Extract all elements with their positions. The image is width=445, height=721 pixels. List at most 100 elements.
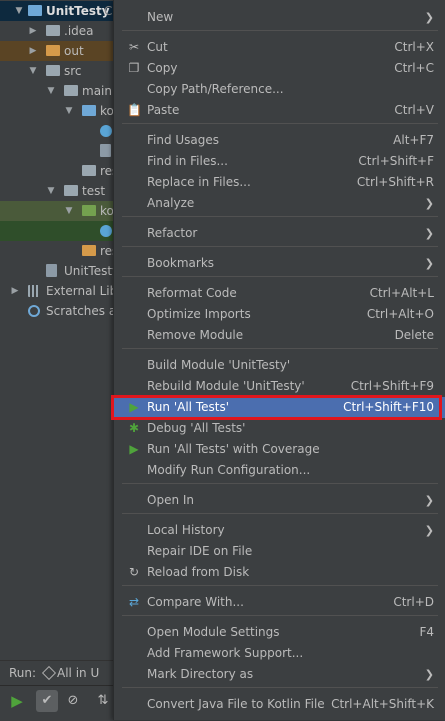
menu-item-shortcut: Ctrl+V <box>394 103 434 117</box>
test-resources-folder-icon <box>82 245 96 256</box>
tree-item-label: test <box>82 184 106 198</box>
menu-item-replace-in-files[interactable]: Replace in Files... Ctrl+Shift+R <box>114 172 445 193</box>
menu-item-analyze[interactable]: Analyze ❯ <box>114 193 445 214</box>
menu-separator <box>122 513 438 514</box>
menu-item-label: Analyze <box>147 196 195 210</box>
menu-item-compare-with[interactable]: ⇄ Compare With... Ctrl+D <box>114 592 445 613</box>
tree-root-label: UnitTesty <box>46 4 110 18</box>
menu-item-optimize-imports[interactable]: Optimize Imports Ctrl+Alt+O <box>114 304 445 325</box>
menu-item-shortcut: Ctrl+Shift+F <box>358 154 434 168</box>
menu-item-mark-directory-as[interactable]: Mark Directory as ❯ <box>114 664 445 685</box>
chevron-right-icon: ❯ <box>424 494 434 507</box>
menu-item-label: Optimize Imports <box>147 307 251 321</box>
menu-item-shortcut: Ctrl+X <box>394 40 434 54</box>
menu-item-find-usages[interactable]: Find Usages Alt+F7 <box>114 130 445 151</box>
menu-item-shortcut: F4 <box>419 625 434 639</box>
menu-item-label: Reload from Disk <box>147 565 250 579</box>
menu-item-reload-from-disk[interactable]: ↻ Reload from Disk <box>114 562 445 583</box>
show-ignored-icon[interactable]: ⊘ <box>62 690 84 712</box>
menu-item-shortcut: Ctrl+Alt+O <box>366 307 434 321</box>
menu-item-repair-ide-on-file[interactable]: Repair IDE on File <box>114 541 445 562</box>
menu-item-rebuild-module-unittesty[interactable]: Rebuild Module 'UnitTesty' Ctrl+Shift+F9 <box>114 376 445 397</box>
tree-item-label: main <box>82 84 112 98</box>
module-folder-icon <box>28 5 42 16</box>
menu-item-label: Debug 'All Tests' <box>147 421 246 435</box>
menu-item-paste[interactable]: 📋 Paste Ctrl+V <box>114 100 445 121</box>
menu-item-label: Find Usages <box>147 133 220 147</box>
menu-item-copy-path-reference[interactable]: Copy Path/Reference... <box>114 79 445 100</box>
menu-item-remove-module[interactable]: Remove Module Delete <box>114 325 445 346</box>
tree-item-label: out <box>64 44 84 58</box>
chevron-down-icon[interactable]: ▼ <box>46 81 56 101</box>
coverage-icon: ▶ <box>129 442 139 456</box>
menu-item-label: Run 'All Tests' with Coverage <box>147 442 320 456</box>
menu-item-build-module-unittesty[interactable]: Build Module 'UnitTesty' <box>114 355 445 376</box>
menu-item-bookmarks[interactable]: Bookmarks ❯ <box>114 253 445 274</box>
menu-item-new[interactable]: New ❯ <box>114 7 445 28</box>
menu-separator <box>122 30 438 31</box>
menu-item-local-history[interactable]: Local History ❯ <box>114 520 445 541</box>
show-passed-icon[interactable]: ✔ <box>36 690 58 712</box>
menu-item-label: Copy <box>147 61 178 75</box>
menu-item-label: Modify Run Configuration... <box>147 463 311 477</box>
chevron-right-icon: ❯ <box>424 197 434 210</box>
menu-item-cut[interactable]: ✂ Cut Ctrl+X <box>114 37 445 58</box>
excluded-folder-icon <box>46 45 60 56</box>
sort-icon[interactable]: ⇅ <box>92 690 114 712</box>
chevron-right-icon[interactable]: ▶ <box>10 281 20 301</box>
tree-item-label: .idea <box>64 24 94 38</box>
chevron-down-icon[interactable]: ▼ <box>64 201 74 221</box>
menu-item-modify-run-configuration[interactable]: Modify Run Configuration... <box>114 460 445 481</box>
scissors-icon: ✂ <box>128 40 140 54</box>
menu-item-label: New <box>147 10 174 24</box>
chevron-down-icon[interactable]: ▼ <box>46 181 56 201</box>
menu-item-copy[interactable]: ❐ Copy Ctrl+C <box>114 58 445 79</box>
menu-item-convert-java-file-to-kotlin-file[interactable]: Convert Java File to Kotlin File Ctrl+Alt… <box>114 694 445 715</box>
menu-item-label: Convert Java File to Kotlin File <box>147 697 325 711</box>
chevron-right-icon: ❯ <box>424 227 434 240</box>
menu-item-open-in[interactable]: Open In ❯ <box>114 490 445 511</box>
menu-item-label: Paste <box>147 103 180 117</box>
rerun-icon[interactable]: ▶ <box>6 690 28 712</box>
test-config-icon <box>41 665 57 681</box>
menu-item-label: Copy Path/Reference... <box>147 82 284 96</box>
folder-icon <box>64 185 78 196</box>
menu-item-find-in-files[interactable]: Find in Files... Ctrl+Shift+F <box>114 151 445 172</box>
menu-item-label: Open Module Settings <box>147 625 280 639</box>
class-icon <box>100 125 112 137</box>
module-file-icon <box>46 264 57 277</box>
menu-item-run-all-tests-with-coverage[interactable]: ▶ Run 'All Tests' with Coverage <box>114 439 445 460</box>
menu-item-refactor[interactable]: Refactor ❯ <box>114 223 445 244</box>
resources-folder-icon <box>82 165 96 176</box>
menu-item-shortcut: Ctrl+Alt+L <box>369 286 434 300</box>
menu-item-shortcut: Ctrl+D <box>393 595 434 609</box>
folder-icon <box>64 85 78 96</box>
folder-icon <box>46 65 60 76</box>
menu-item-shortcut: Ctrl+Alt+Shift+K <box>331 697 434 711</box>
menu-item-label: Reformat Code <box>147 286 237 300</box>
menu-item-open-module-settings[interactable]: Open Module Settings F4 <box>114 622 445 643</box>
run-tab[interactable]: All in U <box>57 661 99 685</box>
menu-item-label: Cut <box>147 40 168 54</box>
menu-item-label: Open In <box>147 493 195 507</box>
menu-item-label: Build Module 'UnitTesty' <box>147 358 291 372</box>
chevron-down-icon[interactable]: ▼ <box>28 61 38 81</box>
copy-icon: ❐ <box>128 61 140 75</box>
menu-item-debug-all-tests[interactable]: ✱ Debug 'All Tests' <box>114 418 445 439</box>
menu-item-add-framework-support[interactable]: Add Framework Support... <box>114 643 445 664</box>
chevron-right-icon[interactable]: ▶ <box>28 21 38 41</box>
menu-item-label: Add Framework Support... <box>147 646 304 660</box>
menu-item-reformat-code[interactable]: Reformat Code Ctrl+Alt+L <box>114 283 445 304</box>
menu-separator <box>122 216 438 217</box>
chevron-down-icon[interactable]: ▼ <box>14 1 24 21</box>
file-icon <box>100 144 111 157</box>
tree-item-label: ko <box>100 104 114 118</box>
chevron-right-icon[interactable]: ▶ <box>28 41 38 61</box>
menu-separator <box>122 483 438 484</box>
test-folder-icon <box>82 205 96 216</box>
folder-icon <box>46 25 60 36</box>
chevron-down-icon[interactable]: ▼ <box>64 101 74 121</box>
menu-item-label: Remove Module <box>147 328 244 342</box>
menu-item-shortcut: Ctrl+Shift+R <box>356 175 434 189</box>
tree-item-label: src <box>64 64 82 78</box>
